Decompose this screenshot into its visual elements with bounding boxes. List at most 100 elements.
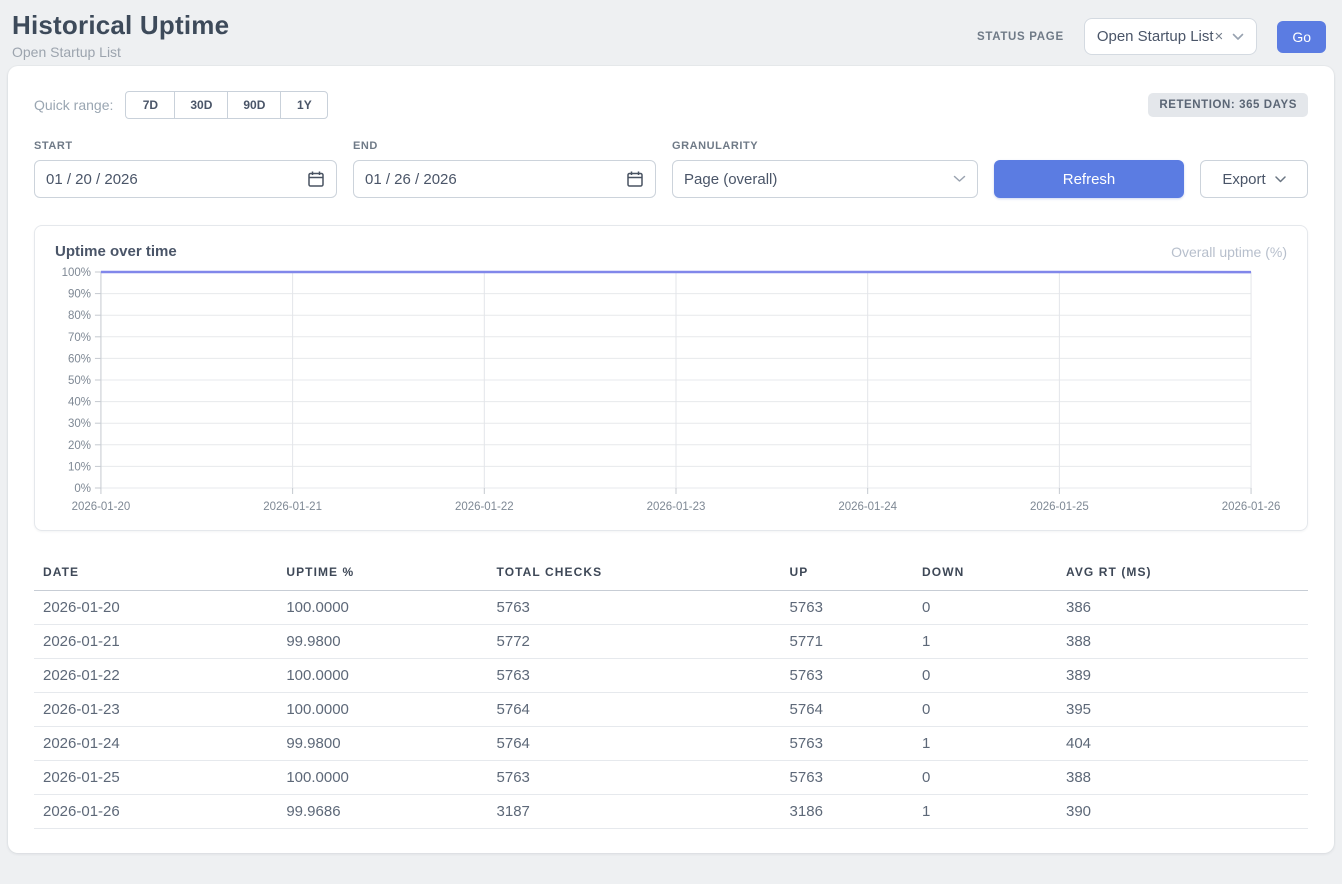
uptime-chart-card: Uptime over time Overall uptime (%) 0% 10… bbox=[34, 225, 1308, 531]
quick-range-group: Quick range: 7D30D90D1Y bbox=[34, 91, 328, 119]
table-cell: 5763 bbox=[781, 659, 913, 693]
svg-text:10%: 10% bbox=[68, 461, 91, 473]
table-cell: 3187 bbox=[488, 795, 781, 829]
svg-text:2026-01-20: 2026-01-20 bbox=[72, 501, 131, 513]
end-date-field: END 01 / 26 / 2026 bbox=[353, 140, 656, 198]
export-button-label: Export bbox=[1222, 171, 1265, 188]
table-cell: 5763 bbox=[781, 727, 913, 761]
end-date-label: END bbox=[353, 140, 656, 152]
quick-range-90d-button[interactable]: 90D bbox=[227, 91, 281, 119]
table-cell: 0 bbox=[913, 693, 1057, 727]
table-cell: 2026-01-20 bbox=[34, 591, 277, 625]
chevron-down-icon bbox=[1232, 33, 1244, 41]
uptime-chart: 0%10%20%30%40%50%60%70%80%90%100%2026-01… bbox=[55, 266, 1287, 518]
table-cell: 2026-01-22 bbox=[34, 659, 277, 693]
svg-text:80%: 80% bbox=[68, 310, 91, 322]
filter-controls-row: START 01 / 20 / 2026 END 01 / 26 / 2026 … bbox=[34, 140, 1308, 198]
table-cell: 1 bbox=[913, 795, 1057, 829]
table-cell: 5764 bbox=[781, 693, 913, 727]
end-date-value: 01 / 26 / 2026 bbox=[365, 171, 457, 188]
quick-range-7d-button[interactable]: 7D bbox=[125, 91, 175, 119]
table-cell: 3186 bbox=[781, 795, 913, 829]
column-header-avg-rt-ms: AVG RT (MS) bbox=[1057, 556, 1308, 591]
calendar-icon[interactable] bbox=[307, 170, 325, 188]
page-title: Historical Uptime bbox=[12, 10, 229, 41]
table-cell: 100.0000 bbox=[277, 591, 487, 625]
svg-text:40%: 40% bbox=[68, 397, 91, 409]
svg-text:100%: 100% bbox=[62, 267, 91, 279]
quick-range-label: Quick range: bbox=[34, 97, 113, 113]
table-cell: 99.9686 bbox=[277, 795, 487, 829]
start-date-field: START 01 / 20 / 2026 bbox=[34, 140, 337, 198]
status-page-select-value: Open Startup List bbox=[1097, 28, 1214, 45]
column-header-uptime: UPTIME % bbox=[277, 556, 487, 591]
quick-range-1y-button[interactable]: 1Y bbox=[280, 91, 328, 119]
granularity-value: Page (overall) bbox=[684, 171, 777, 188]
top-header: Historical Uptime Open Startup List STAT… bbox=[0, 0, 1342, 66]
start-date-value: 01 / 20 / 2026 bbox=[46, 171, 138, 188]
table-header-row: DATEUPTIME %TOTAL CHECKSUPDOWNAVG RT (MS… bbox=[34, 556, 1308, 591]
chevron-down-icon bbox=[953, 175, 966, 183]
svg-text:2026-01-25: 2026-01-25 bbox=[1030, 501, 1089, 513]
table-cell: 5771 bbox=[781, 625, 913, 659]
granularity-field: GRANULARITY Page (overall) bbox=[672, 140, 978, 198]
chart-header: Uptime over time Overall uptime (%) bbox=[55, 243, 1287, 260]
go-button[interactable]: Go bbox=[1277, 21, 1326, 53]
granularity-select[interactable]: Page (overall) bbox=[672, 160, 978, 198]
table-cell: 5763 bbox=[488, 761, 781, 795]
table-cell: 5763 bbox=[781, 591, 913, 625]
table-row: 2026-01-25100.0000576357630388 bbox=[34, 761, 1308, 795]
start-date-label: START bbox=[34, 140, 337, 152]
end-date-input[interactable]: 01 / 26 / 2026 bbox=[353, 160, 656, 198]
table-cell: 2026-01-23 bbox=[34, 693, 277, 727]
table-cell: 2026-01-25 bbox=[34, 761, 277, 795]
table-cell: 99.9800 bbox=[277, 625, 487, 659]
clear-icon[interactable]: × bbox=[1215, 28, 1224, 45]
export-button[interactable]: Export bbox=[1200, 160, 1308, 198]
table-cell: 390 bbox=[1057, 795, 1308, 829]
table-cell: 2026-01-24 bbox=[34, 727, 277, 761]
table-row: 2026-01-2699.9686318731861390 bbox=[34, 795, 1308, 829]
chevron-down-icon bbox=[1275, 176, 1286, 183]
table-cell: 0 bbox=[913, 591, 1057, 625]
svg-text:30%: 30% bbox=[68, 418, 91, 430]
calendar-icon[interactable] bbox=[626, 170, 644, 188]
table-row: 2026-01-2199.9800577257711388 bbox=[34, 625, 1308, 659]
column-header-date: DATE bbox=[34, 556, 277, 591]
svg-text:2026-01-21: 2026-01-21 bbox=[263, 501, 322, 513]
table-cell: 5764 bbox=[488, 727, 781, 761]
refresh-button[interactable]: Refresh bbox=[994, 160, 1184, 198]
granularity-label: GRANULARITY bbox=[672, 140, 978, 152]
svg-text:2026-01-26: 2026-01-26 bbox=[1222, 501, 1281, 513]
svg-text:90%: 90% bbox=[68, 289, 91, 301]
svg-text:2026-01-22: 2026-01-22 bbox=[455, 501, 514, 513]
svg-text:60%: 60% bbox=[68, 353, 91, 365]
start-date-input[interactable]: 01 / 20 / 2026 bbox=[34, 160, 337, 198]
table-cell: 2026-01-21 bbox=[34, 625, 277, 659]
retention-badge: RETENTION: 365 DAYS bbox=[1148, 93, 1308, 117]
table-row: 2026-01-20100.0000576357630386 bbox=[34, 591, 1308, 625]
table-cell: 100.0000 bbox=[277, 659, 487, 693]
main-panel: Quick range: 7D30D90D1Y RETENTION: 365 D… bbox=[8, 66, 1334, 853]
svg-text:20%: 20% bbox=[68, 440, 91, 452]
quick-range-30d-button[interactable]: 30D bbox=[174, 91, 228, 119]
quick-range-row: Quick range: 7D30D90D1Y RETENTION: 365 D… bbox=[34, 91, 1308, 119]
table-row: 2026-01-2499.9800576457631404 bbox=[34, 727, 1308, 761]
header-controls: STATUS PAGE Open Startup List × Go bbox=[977, 18, 1326, 55]
table-cell: 389 bbox=[1057, 659, 1308, 693]
uptime-table: DATEUPTIME %TOTAL CHECKSUPDOWNAVG RT (MS… bbox=[34, 556, 1308, 829]
column-header-total-checks: TOTAL CHECKS bbox=[488, 556, 781, 591]
svg-text:70%: 70% bbox=[68, 332, 91, 344]
table-cell: 388 bbox=[1057, 761, 1308, 795]
chart-legend: Overall uptime (%) bbox=[1171, 244, 1287, 260]
column-header-down: DOWN bbox=[913, 556, 1057, 591]
table-cell: 386 bbox=[1057, 591, 1308, 625]
table-cell: 5763 bbox=[488, 591, 781, 625]
svg-text:0%: 0% bbox=[74, 483, 91, 495]
table-cell: 388 bbox=[1057, 625, 1308, 659]
status-page-select[interactable]: Open Startup List × bbox=[1084, 18, 1258, 55]
table-cell: 5764 bbox=[488, 693, 781, 727]
table-cell: 100.0000 bbox=[277, 761, 487, 795]
title-block: Historical Uptime Open Startup List bbox=[12, 10, 229, 60]
table-cell: 5763 bbox=[781, 761, 913, 795]
